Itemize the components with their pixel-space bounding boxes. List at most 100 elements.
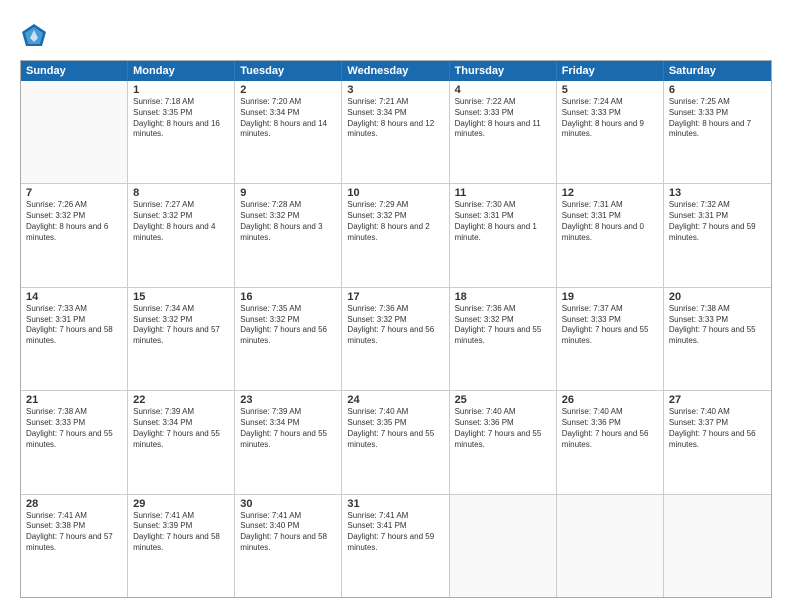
day-number: 3 [347,84,443,96]
day-number: 4 [455,84,551,96]
calendar-row-5: 28Sunrise: 7:41 AM Sunset: 3:38 PM Dayli… [21,495,771,597]
calendar-cell [664,495,771,597]
calendar-cell: 25Sunrise: 7:40 AM Sunset: 3:36 PM Dayli… [450,391,557,493]
calendar-cell: 31Sunrise: 7:41 AM Sunset: 3:41 PM Dayli… [342,495,449,597]
header-day-thursday: Thursday [450,61,557,81]
header [20,18,772,50]
cell-info: Sunrise: 7:32 AM Sunset: 3:31 PM Dayligh… [669,200,766,243]
cell-info: Sunrise: 7:38 AM Sunset: 3:33 PM Dayligh… [26,407,122,450]
calendar-cell: 8Sunrise: 7:27 AM Sunset: 3:32 PM Daylig… [128,184,235,286]
cell-info: Sunrise: 7:26 AM Sunset: 3:32 PM Dayligh… [26,200,122,243]
calendar-cell [21,81,128,183]
cell-info: Sunrise: 7:41 AM Sunset: 3:39 PM Dayligh… [133,511,229,554]
calendar-cell: 21Sunrise: 7:38 AM Sunset: 3:33 PM Dayli… [21,391,128,493]
calendar-cell: 14Sunrise: 7:33 AM Sunset: 3:31 PM Dayli… [21,288,128,390]
day-number: 6 [669,84,766,96]
day-number: 8 [133,187,229,199]
calendar-cell: 10Sunrise: 7:29 AM Sunset: 3:32 PM Dayli… [342,184,449,286]
calendar-cell: 24Sunrise: 7:40 AM Sunset: 3:35 PM Dayli… [342,391,449,493]
cell-info: Sunrise: 7:33 AM Sunset: 3:31 PM Dayligh… [26,304,122,347]
calendar-cell: 23Sunrise: 7:39 AM Sunset: 3:34 PM Dayli… [235,391,342,493]
day-number: 31 [347,498,443,510]
calendar-cell: 17Sunrise: 7:36 AM Sunset: 3:32 PM Dayli… [342,288,449,390]
day-number: 11 [455,187,551,199]
calendar-cell [557,495,664,597]
cell-info: Sunrise: 7:30 AM Sunset: 3:31 PM Dayligh… [455,200,551,243]
cell-info: Sunrise: 7:35 AM Sunset: 3:32 PM Dayligh… [240,304,336,347]
cell-info: Sunrise: 7:40 AM Sunset: 3:35 PM Dayligh… [347,407,443,450]
calendar-cell: 16Sunrise: 7:35 AM Sunset: 3:32 PM Dayli… [235,288,342,390]
calendar-cell: 5Sunrise: 7:24 AM Sunset: 3:33 PM Daylig… [557,81,664,183]
logo-icon [20,22,48,50]
calendar-header: SundayMondayTuesdayWednesdayThursdayFrid… [21,61,771,81]
day-number: 28 [26,498,122,510]
day-number: 22 [133,394,229,406]
calendar-cell: 27Sunrise: 7:40 AM Sunset: 3:37 PM Dayli… [664,391,771,493]
cell-info: Sunrise: 7:28 AM Sunset: 3:32 PM Dayligh… [240,200,336,243]
day-number: 10 [347,187,443,199]
cell-info: Sunrise: 7:21 AM Sunset: 3:34 PM Dayligh… [347,97,443,140]
day-number: 27 [669,394,766,406]
calendar-cell: 12Sunrise: 7:31 AM Sunset: 3:31 PM Dayli… [557,184,664,286]
cell-info: Sunrise: 7:34 AM Sunset: 3:32 PM Dayligh… [133,304,229,347]
calendar-cell: 13Sunrise: 7:32 AM Sunset: 3:31 PM Dayli… [664,184,771,286]
cell-info: Sunrise: 7:27 AM Sunset: 3:32 PM Dayligh… [133,200,229,243]
day-number: 26 [562,394,658,406]
day-number: 24 [347,394,443,406]
header-day-sunday: Sunday [21,61,128,81]
calendar-cell: 3Sunrise: 7:21 AM Sunset: 3:34 PM Daylig… [342,81,449,183]
calendar-cell: 4Sunrise: 7:22 AM Sunset: 3:33 PM Daylig… [450,81,557,183]
day-number: 25 [455,394,551,406]
cell-info: Sunrise: 7:41 AM Sunset: 3:40 PM Dayligh… [240,511,336,554]
day-number: 21 [26,394,122,406]
calendar-cell: 29Sunrise: 7:41 AM Sunset: 3:39 PM Dayli… [128,495,235,597]
day-number: 23 [240,394,336,406]
day-number: 29 [133,498,229,510]
day-number: 15 [133,291,229,303]
day-number: 9 [240,187,336,199]
calendar-cell: 11Sunrise: 7:30 AM Sunset: 3:31 PM Dayli… [450,184,557,286]
header-day-tuesday: Tuesday [235,61,342,81]
cell-info: Sunrise: 7:20 AM Sunset: 3:34 PM Dayligh… [240,97,336,140]
header-day-saturday: Saturday [664,61,771,81]
cell-info: Sunrise: 7:39 AM Sunset: 3:34 PM Dayligh… [133,407,229,450]
cell-info: Sunrise: 7:40 AM Sunset: 3:36 PM Dayligh… [562,407,658,450]
cell-info: Sunrise: 7:41 AM Sunset: 3:38 PM Dayligh… [26,511,122,554]
cell-info: Sunrise: 7:36 AM Sunset: 3:32 PM Dayligh… [347,304,443,347]
cell-info: Sunrise: 7:37 AM Sunset: 3:33 PM Dayligh… [562,304,658,347]
calendar-cell: 15Sunrise: 7:34 AM Sunset: 3:32 PM Dayli… [128,288,235,390]
cell-info: Sunrise: 7:36 AM Sunset: 3:32 PM Dayligh… [455,304,551,347]
cell-info: Sunrise: 7:25 AM Sunset: 3:33 PM Dayligh… [669,97,766,140]
cell-info: Sunrise: 7:22 AM Sunset: 3:33 PM Dayligh… [455,97,551,140]
cell-info: Sunrise: 7:29 AM Sunset: 3:32 PM Dayligh… [347,200,443,243]
calendar-row-4: 21Sunrise: 7:38 AM Sunset: 3:33 PM Dayli… [21,391,771,494]
cell-info: Sunrise: 7:38 AM Sunset: 3:33 PM Dayligh… [669,304,766,347]
day-number: 7 [26,187,122,199]
day-number: 14 [26,291,122,303]
day-number: 17 [347,291,443,303]
calendar-cell: 9Sunrise: 7:28 AM Sunset: 3:32 PM Daylig… [235,184,342,286]
calendar-cell: 18Sunrise: 7:36 AM Sunset: 3:32 PM Dayli… [450,288,557,390]
cell-info: Sunrise: 7:18 AM Sunset: 3:35 PM Dayligh… [133,97,229,140]
cell-info: Sunrise: 7:31 AM Sunset: 3:31 PM Dayligh… [562,200,658,243]
calendar-cell: 2Sunrise: 7:20 AM Sunset: 3:34 PM Daylig… [235,81,342,183]
day-number: 16 [240,291,336,303]
header-day-wednesday: Wednesday [342,61,449,81]
cell-info: Sunrise: 7:39 AM Sunset: 3:34 PM Dayligh… [240,407,336,450]
calendar-row-3: 14Sunrise: 7:33 AM Sunset: 3:31 PM Dayli… [21,288,771,391]
header-day-monday: Monday [128,61,235,81]
day-number: 18 [455,291,551,303]
calendar-row-1: 1Sunrise: 7:18 AM Sunset: 3:35 PM Daylig… [21,81,771,184]
calendar-page: SundayMondayTuesdayWednesdayThursdayFrid… [0,0,792,612]
calendar-cell: 19Sunrise: 7:37 AM Sunset: 3:33 PM Dayli… [557,288,664,390]
calendar-cell: 7Sunrise: 7:26 AM Sunset: 3:32 PM Daylig… [21,184,128,286]
day-number: 19 [562,291,658,303]
calendar-cell [450,495,557,597]
calendar-cell: 6Sunrise: 7:25 AM Sunset: 3:33 PM Daylig… [664,81,771,183]
cell-info: Sunrise: 7:40 AM Sunset: 3:36 PM Dayligh… [455,407,551,450]
day-number: 30 [240,498,336,510]
calendar: SundayMondayTuesdayWednesdayThursdayFrid… [20,60,772,598]
cell-info: Sunrise: 7:24 AM Sunset: 3:33 PM Dayligh… [562,97,658,140]
day-number: 13 [669,187,766,199]
calendar-row-2: 7Sunrise: 7:26 AM Sunset: 3:32 PM Daylig… [21,184,771,287]
